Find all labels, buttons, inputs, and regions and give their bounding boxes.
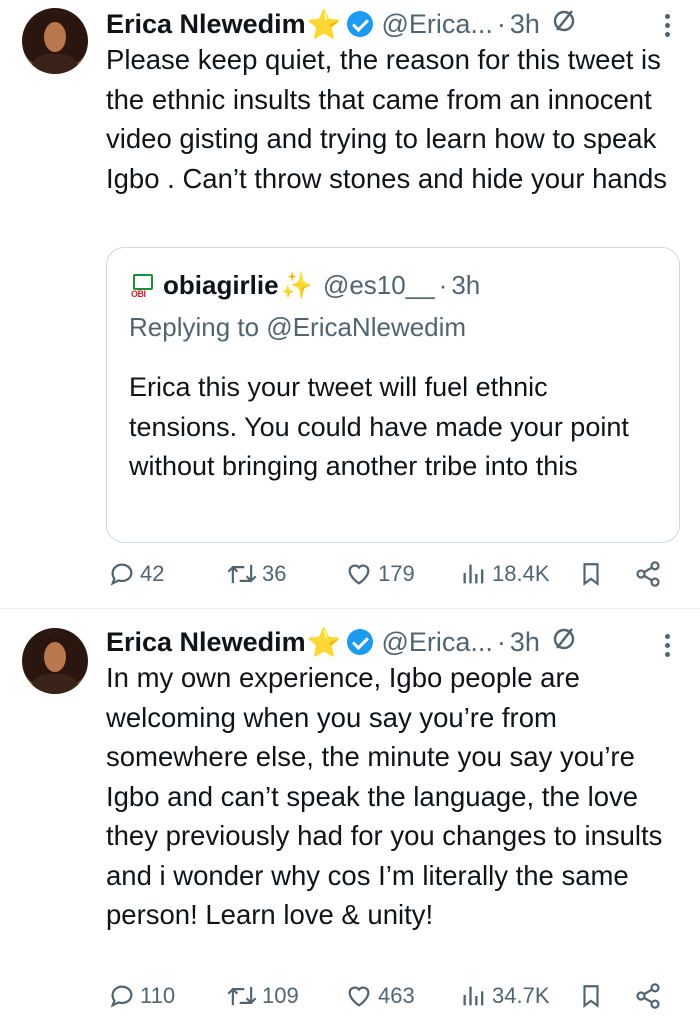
views-count: 18.4K	[492, 561, 550, 586]
tweet-text: In my own experience, Igbo people are we…	[106, 662, 663, 930]
avatar[interactable]	[22, 8, 88, 74]
more-icon[interactable]	[665, 10, 670, 41]
share-icon	[636, 561, 660, 587]
tweet[interactable]: Erica Nlewedim ⭐ @Erica... · 3h Please k…	[0, 0, 700, 600]
action-bar: 42 36 179 18.4K	[108, 560, 678, 600]
author-handle[interactable]: @Erica...	[381, 627, 492, 658]
reply-icon	[110, 985, 133, 1008]
timestamp[interactable]: 3h	[510, 9, 540, 40]
bookmark-button[interactable]	[578, 982, 608, 1010]
retweet-button[interactable]: 36	[226, 560, 286, 588]
retweet-button[interactable]: 109	[226, 982, 299, 1010]
author-name[interactable]: Erica Nlewedim	[106, 627, 306, 658]
separator-dot: ·	[438, 270, 448, 300]
separator-dot: ·	[496, 8, 506, 39]
action-bar: 110 109 463 34.7K	[108, 982, 678, 1022]
like-icon	[348, 986, 370, 1007]
separator-dot: ·	[496, 626, 506, 657]
obi-flag-icon: OBI	[131, 273, 153, 299]
grok-icon[interactable]	[552, 9, 576, 40]
author-name[interactable]: Erica Nlewedim	[106, 9, 306, 40]
retweet-icon	[227, 986, 257, 1006]
bookmark-icon	[583, 563, 599, 586]
timestamp[interactable]: 3h	[510, 627, 540, 658]
author-handle[interactable]: @Erica...	[381, 9, 492, 40]
verified-icon	[347, 11, 374, 37]
tweet[interactable]: Erica Nlewedim ⭐ @Erica... · 3h In my ow…	[0, 616, 700, 1024]
quoted-tweet[interactable]: OBI obiagirlie ✨ @es10__ · 3h Replying t…	[106, 247, 680, 543]
views-button[interactable]: 18.4K	[460, 560, 550, 588]
star-emoji: ⭐	[306, 8, 342, 40]
bookmark-icon	[583, 985, 599, 1008]
like-button[interactable]: 179	[344, 560, 415, 588]
quote-text: Erica this your tweet will fuel ethnic t…	[129, 372, 629, 481]
views-icon	[463, 564, 484, 584]
tweet-header: Erica Nlewedim ⭐ @Erica... · 3h	[106, 6, 700, 42]
quote-timestamp[interactable]: 3h	[451, 270, 480, 301]
grok-icon[interactable]	[552, 627, 576, 658]
reply-count: 110	[140, 983, 176, 1008]
star-emoji: ⭐	[306, 626, 342, 658]
views-icon	[463, 986, 484, 1006]
views-button[interactable]: 34.7K	[460, 982, 550, 1010]
retweet-icon	[227, 564, 257, 584]
like-icon	[348, 564, 370, 585]
share-button[interactable]	[634, 560, 666, 588]
tweet-divider	[0, 608, 700, 609]
like-button[interactable]: 463	[344, 982, 415, 1010]
like-count: 463	[378, 983, 415, 1008]
share-icon	[636, 983, 660, 1009]
quote-header: OBI obiagirlie ✨ @es10__ · 3h	[131, 270, 480, 301]
reply-button[interactable]: 110	[108, 982, 175, 1010]
views-count: 34.7K	[492, 983, 550, 1008]
tweet-header: Erica Nlewedim ⭐ @Erica... · 3h	[106, 624, 700, 660]
reply-icon	[110, 563, 133, 586]
reply-button[interactable]: 42	[108, 560, 164, 588]
tweet-text: Please keep quiet, the reason for this t…	[106, 44, 668, 194]
avatar[interactable]	[22, 628, 88, 694]
reply-count: 42	[140, 561, 165, 586]
bookmark-button[interactable]	[578, 560, 608, 588]
quote-author-handle[interactable]: @es10__	[323, 270, 435, 301]
retweet-count: 109	[262, 983, 299, 1008]
more-icon[interactable]	[665, 630, 670, 661]
share-button[interactable]	[634, 982, 666, 1010]
quote-author-name[interactable]: obiagirlie	[163, 270, 279, 301]
retweet-count: 36	[262, 561, 287, 586]
like-count: 179	[378, 561, 415, 586]
verified-icon	[347, 629, 374, 655]
replying-to[interactable]: Replying to @EricaNlewedim	[129, 312, 466, 343]
sparkle-emoji: ✨	[280, 270, 313, 300]
